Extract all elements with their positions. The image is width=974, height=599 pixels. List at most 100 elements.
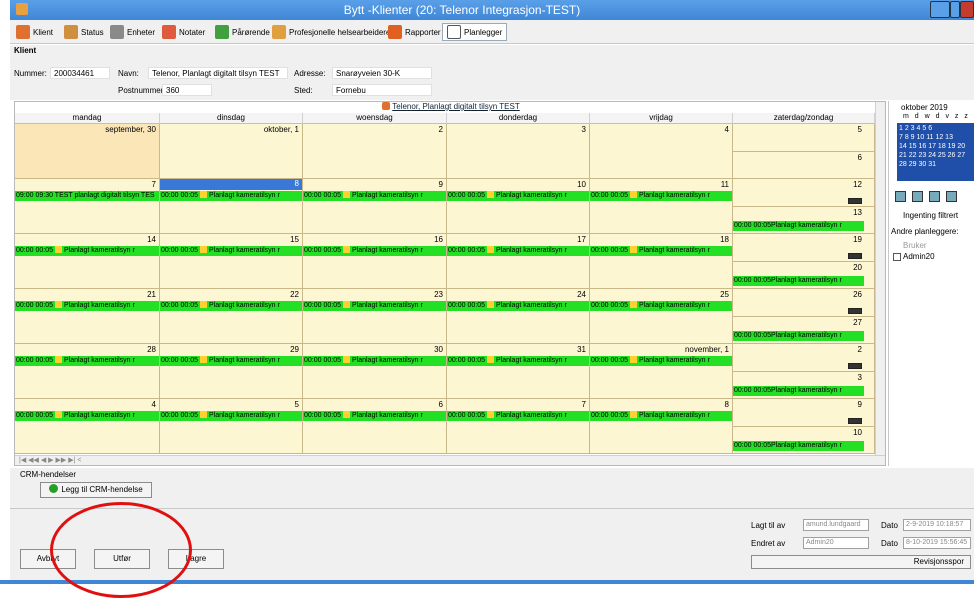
calendar-day-cell[interactable]: 3 (447, 124, 590, 179)
more-events-icon[interactable] (848, 252, 862, 259)
weekend-day-cell[interactable]: 3 00:00 00:05Planlagt kameratilsyn r (733, 371, 875, 399)
mini-row[interactable]: 28 29 30 31 (899, 160, 973, 169)
calendar-event[interactable]: 00:00 00:05Planlagt kameratilsyn r (303, 356, 446, 366)
weekend-day-cell[interactable]: 5 (733, 124, 875, 152)
calendar-day-cell[interactable]: oktober, 1 (160, 124, 303, 179)
calendar-day-cell[interactable]: november, 1 00:00 00:05 Planlagt kameratil… (590, 344, 733, 399)
tab-rapporter[interactable]: Rapporter (388, 23, 441, 41)
tab-profesjonelle[interactable]: Profesjonelle helsearbeidere (272, 23, 390, 41)
calendar-event[interactable]: 00:00 00:05Planlagt kameratilsyn r (15, 246, 159, 256)
mini-row[interactable]: 1 2 3 4 5 6 (899, 124, 973, 133)
calendar-day-cell[interactable]: 22 00:00 00:05 Planlagt kameratilsyn r (160, 289, 303, 344)
weekend-day-cell[interactable]: 27 00:00 00:05Planlagt kameratilsyn r (733, 316, 875, 344)
workweek-view-icon[interactable] (912, 191, 923, 202)
calendar-day-cell[interactable]: 25 00:00 00:05 Planlagt kameratilsyn r (590, 289, 733, 344)
calendar-event[interactable]: 00:00 00:05Planlagt kameratilsyn r (447, 191, 589, 201)
calendar-event[interactable]: 00:00 00:05Planlagt kameratilsyn r (590, 411, 732, 421)
calendar-day-cell[interactable]: 24 00:00 00:05 Planlagt kameratilsyn r (447, 289, 590, 344)
place-field[interactable]: Fornebu (332, 84, 432, 96)
calendar-day-cell[interactable]: 28 00:00 00:05 Planlagt kameratilsyn r (15, 344, 160, 399)
tab-klient[interactable]: Klient (16, 23, 53, 41)
calendar-event[interactable]: 00:00 00:05Planlagt kameratilsyn r (590, 301, 732, 311)
user-checkbox[interactable] (893, 252, 901, 261)
month-view-icon[interactable] (946, 191, 957, 202)
tab-parorende[interactable]: Pårørende (215, 23, 270, 41)
calendar-event[interactable]: 00:00 00:05Planlagt kameratilsyn r (733, 330, 864, 341)
calendar-event[interactable]: 00:00 00:05Planlagt kameratilsyn r (590, 191, 732, 201)
mini-calendar-grid[interactable]: 1 2 3 4 5 6 7 8 9 10 11 12 13 14 15 16 1… (897, 123, 974, 181)
calendar-day-cell[interactable]: 15 00:00 00:05 Planlagt kameratilsyn r (160, 234, 303, 289)
more-events-icon[interactable] (848, 417, 862, 424)
day-view-icon[interactable] (895, 191, 906, 202)
calendar-event[interactable]: 00:00 00:05Planlagt kameratilsyn r (15, 301, 159, 311)
calendar-day-cell[interactable]: 5 00:00 00:05 Planlagt kameratilsyn r (160, 399, 303, 454)
calendar-event[interactable]: 00:00 00:05Planlagt kameratilsyn r (733, 440, 864, 451)
calendar-day-cell[interactable]: 21 00:00 00:05 Planlagt kameratilsyn r (15, 289, 160, 344)
calendar-day-cell[interactable]: 30 00:00 00:05 Planlagt kameratilsyn r (303, 344, 447, 399)
calendar-event[interactable]: 00:00 00:05Planlagt kameratilsyn r (447, 356, 589, 366)
calendar-event[interactable]: 00:00 00:05Planlagt kameratilsyn r (733, 385, 864, 396)
calendar-navigation[interactable]: |◀ ◀◀ ◀ ▶ ▶▶ ▶| < (15, 455, 885, 465)
mini-row[interactable]: 21 22 23 24 25 26 27 (899, 151, 973, 160)
calendar-event[interactable]: 00:00 00:05Planlagt kameratilsyn r (447, 411, 589, 421)
calendar-title[interactable]: Telenor, Planlagt digitalt tilsyn TEST (15, 102, 885, 113)
calendar-day-cell[interactable]: 2 (303, 124, 447, 179)
calendar-day-cell[interactable]: 8 00:00 00:05 Planlagt kameratilsyn r (160, 179, 303, 234)
close-button[interactable] (960, 1, 974, 18)
minimize-button[interactable] (930, 1, 950, 18)
calendar-event[interactable]: 00:00 00:05Planlagt kameratilsyn r (303, 191, 446, 201)
weekend-day-cell[interactable]: 9 (733, 399, 875, 427)
calendar-day-cell[interactable]: 7 00:00 00:05 Planlagt kameratilsyn r (447, 399, 590, 454)
calendar-day-cell[interactable]: 4 (590, 124, 733, 179)
calendar-day-cell[interactable]: september, 30 (15, 124, 160, 179)
calendar-event[interactable]: 00:00 00:05Planlagt kameratilsyn r (447, 246, 589, 256)
calendar-day-cell[interactable]: 4 00:00 00:05 Planlagt kameratilsyn r (15, 399, 160, 454)
calendar-event[interactable]: 00:00 00:05Planlagt kameratilsyn r (160, 301, 302, 311)
calendar-event[interactable]: 00:00 00:05Planlagt kameratilsyn r (160, 246, 302, 256)
calendar-day-cell[interactable]: 6 00:00 00:05 Planlagt kameratilsyn r (303, 399, 447, 454)
tab-notater[interactable]: Notater (162, 23, 205, 41)
calendar-event[interactable]: 00:00 00:05Planlagt kameratilsyn r (447, 301, 589, 311)
calendar-day-cell[interactable]: 31 00:00 00:05 Planlagt kameratilsyn r (447, 344, 590, 399)
calendar-day-cell[interactable]: 8 00:00 00:05 Planlagt kameratilsyn r (590, 399, 733, 454)
user-row[interactable]: Admin20 (893, 252, 935, 261)
calendar-event[interactable]: 00:00 00:05Planlagt kameratilsyn r (15, 411, 159, 421)
calendar-day-cell[interactable]: 17 00:00 00:05 Planlagt kameratilsyn r (447, 234, 590, 289)
calendar-vertical-scrollbar[interactable] (875, 102, 885, 457)
calendar-day-cell[interactable]: 29 00:00 00:05 Planlagt kameratilsyn r (160, 344, 303, 399)
weekend-day-cell[interactable]: 13 00:00 00:05Planlagt kameratilsyn r (733, 206, 875, 234)
week-view-icon[interactable] (929, 191, 940, 202)
postnr-field[interactable]: 360 (162, 84, 212, 96)
weekend-day-cell[interactable]: 2 (733, 344, 875, 372)
weekend-day-cell[interactable]: 20 00:00 00:05Planlagt kameratilsyn r (733, 261, 875, 289)
calendar-day-cell[interactable]: 23 00:00 00:05 Planlagt kameratilsyn r (303, 289, 447, 344)
calendar-day-cell[interactable]: 18 00:00 00:05 Planlagt kameratilsyn r (590, 234, 733, 289)
calendar-event[interactable]: 00:00 00:05Planlagt kameratilsyn r (15, 356, 159, 366)
calendar-event[interactable]: 00:00 00:05Planlagt kameratilsyn r (160, 356, 302, 366)
maximize-button[interactable] (950, 1, 960, 18)
more-events-icon[interactable] (848, 362, 862, 369)
weekend-day-cell[interactable]: 10 00:00 00:05Planlagt kameratilsyn r (733, 426, 875, 454)
calendar-day-cell[interactable]: 14 00:00 00:05 Planlagt kameratilsyn r (15, 234, 160, 289)
mini-row[interactable]: 14 15 16 17 18 19 20 (899, 142, 973, 151)
tab-enheter[interactable]: Enheter (110, 23, 155, 41)
number-field[interactable]: 200034461 (50, 67, 110, 79)
calendar-event[interactable]: 00:00 00:05Planlagt kameratilsyn r (160, 411, 302, 421)
more-events-icon[interactable] (848, 197, 862, 204)
weekend-day-cell[interactable]: 19 (733, 234, 875, 262)
calendar-day-cell[interactable]: 10 00:00 00:05 Planlagt kameratilsyn r (447, 179, 590, 234)
calendar-day-cell[interactable]: 9 00:00 00:05 Planlagt kameratilsyn r (303, 179, 447, 234)
mini-calendar[interactable]: oktober 2019 m d w d v z z 1 2 3 4 5 6 7… (889, 101, 974, 181)
calendar-day-cell[interactable]: 11 00:00 00:05 Planlagt kameratilsyn r (590, 179, 733, 234)
tab-planlegger[interactable]: Planlegger (442, 23, 508, 41)
calendar-day-cell[interactable]: 7 09:00 09:30 TEST planlagt digitalt tils… (15, 179, 160, 234)
add-crm-button[interactable]: Legg til CRM-hendelse (40, 482, 152, 498)
calendar-event[interactable]: 00:00 00:05Planlagt kameratilsyn r (590, 356, 732, 366)
revision-button[interactable]: Revisjonsspor (751, 555, 971, 569)
mini-row[interactable]: 7 8 9 10 11 12 13 (899, 133, 973, 142)
name-field[interactable]: Telenor, Planlagt digitalt tilsyn TEST (148, 67, 288, 79)
calendar-day-cell[interactable]: 16 00:00 00:05 Planlagt kameratilsyn r (303, 234, 447, 289)
calendar-event[interactable]: 00:00 00:05Planlagt kameratilsyn r (303, 246, 446, 256)
weekend-day-cell[interactable]: 26 (733, 289, 875, 317)
calendar-event[interactable]: 09:00 09:30 TEST planlagt digitalt tilsy… (15, 191, 159, 201)
